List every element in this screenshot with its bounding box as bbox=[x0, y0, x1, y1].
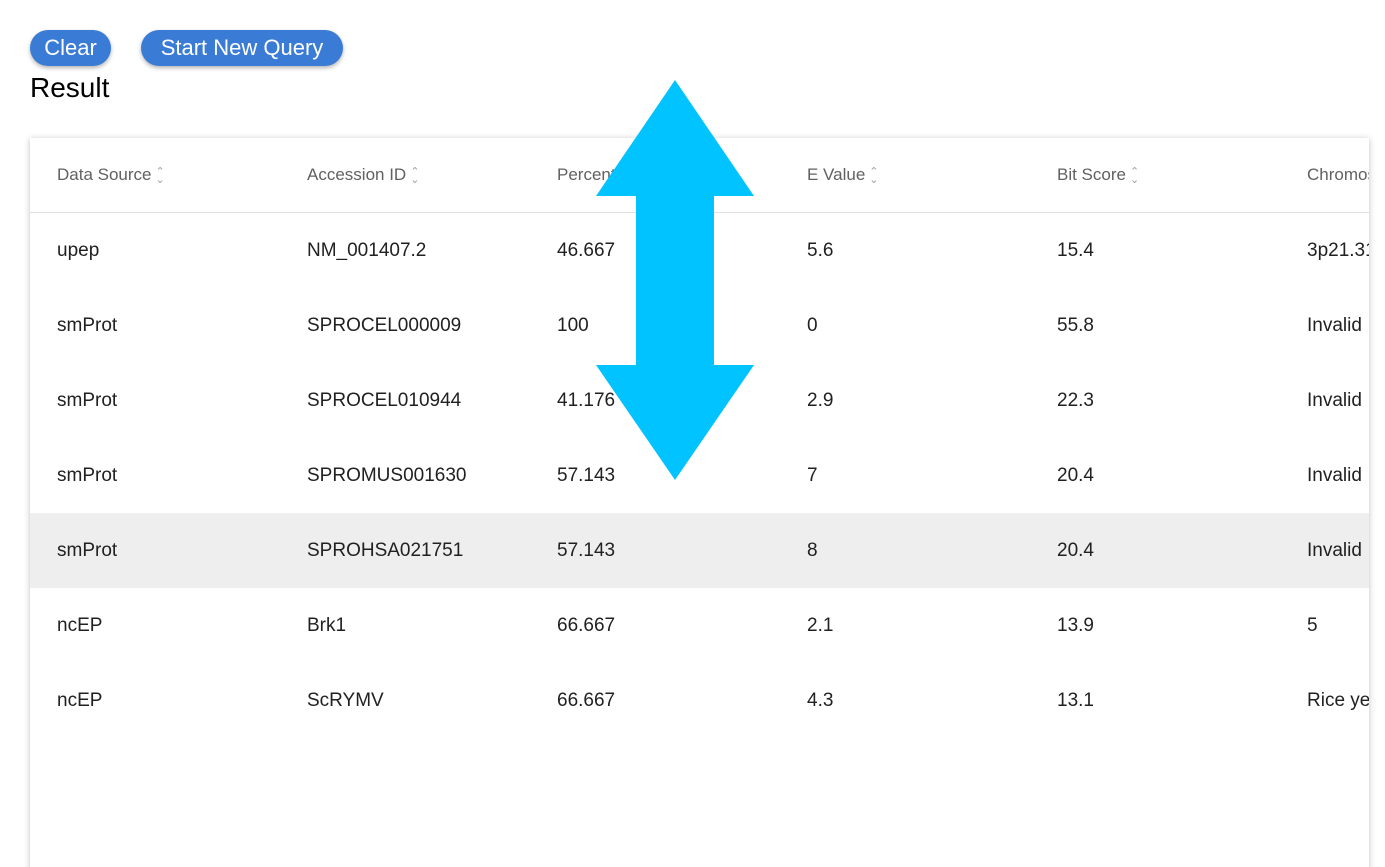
cell-e-value: 2.9 bbox=[807, 389, 834, 411]
cell-chromosome-location: Invalid bbox=[1307, 389, 1362, 411]
cell-data-source: smProt bbox=[57, 464, 118, 486]
cell-data-source: smProt bbox=[30, 513, 280, 588]
cell-percentage-identity: 57.143 bbox=[557, 464, 616, 486]
cell-accession-id: SPROCEL000009 bbox=[307, 314, 462, 336]
cell-percentage-identity: 57.143 bbox=[530, 513, 780, 588]
cell-chromosome-location: Invalid bbox=[1307, 314, 1362, 336]
table-row[interactable]: ncEP ScRYMV 66.667 4.3 13.1 Rice yellow … bbox=[30, 663, 1369, 738]
table-row[interactable]: smProt SPROCEL000009 100 0 55.8 Invalid bbox=[30, 288, 1369, 363]
table-row[interactable]: upep NM_001407.2 46.667 5.6 15.4 3p21.31 bbox=[30, 213, 1369, 289]
cell-accession-id: SPROCEL010944 bbox=[307, 389, 462, 411]
sort-icon[interactable]: ⌃ ⌄ bbox=[869, 166, 878, 185]
column-header-e-value[interactable]: E Value ⌃ ⌄ bbox=[780, 138, 1030, 213]
column-header-chromosome-location[interactable]: Chromosome Location⌃⌄ bbox=[1280, 138, 1369, 213]
cell-bit-score: 13.9 bbox=[1057, 614, 1094, 636]
cell-data-source: ncEP bbox=[57, 689, 103, 711]
sort-icon[interactable]: ⌃ ⌄ bbox=[667, 166, 676, 185]
cell-bit-score: 20.4 bbox=[1057, 464, 1094, 486]
cell-accession-id: NM_001407.2 bbox=[307, 239, 427, 261]
cell-accession-id: Brk1 bbox=[307, 614, 347, 636]
cell-bit-score: 55.8 bbox=[1057, 314, 1094, 336]
cell-percentage-identity: 100 bbox=[557, 314, 589, 336]
sort-icon[interactable]: ⌃ ⌄ bbox=[1130, 166, 1139, 185]
table-row[interactable]: smProt SPROMUS001630 57.143 7 20.4 Inval… bbox=[30, 438, 1369, 513]
start-new-query-button[interactable]: Start New Query bbox=[141, 30, 343, 66]
cell-bit-score: 15.4 bbox=[1057, 239, 1094, 261]
cell-accession-id: ScRYMV bbox=[307, 689, 384, 711]
cell-data-source: upep bbox=[57, 239, 100, 261]
clear-button[interactable]: Clear bbox=[30, 30, 111, 66]
cell-e-value: 8 bbox=[780, 513, 1030, 588]
cell-chromosome-location: 3p21.31 bbox=[1307, 239, 1369, 261]
column-header-bit-score[interactable]: Bit Score ⌃ ⌄ bbox=[1030, 138, 1280, 213]
toolbar: Clear Start New Query bbox=[30, 30, 343, 66]
column-header-label: Chromosome Location bbox=[1307, 165, 1369, 184]
cell-percentage-identity: 66.667 bbox=[557, 689, 616, 711]
column-header-label: Data Source bbox=[57, 165, 152, 184]
results-table-card: Data Source ⌃ ⌄ Accession ID ⌃ ⌄ Percentage … bbox=[30, 138, 1369, 867]
cell-chromosome-location: Invalid bbox=[1307, 464, 1362, 486]
cell-e-value: 7 bbox=[807, 464, 818, 486]
column-header-label: E Value bbox=[807, 165, 866, 184]
result-title: Result bbox=[30, 72, 110, 103]
cell-bit-score: 22.3 bbox=[1057, 389, 1094, 411]
cell-percentage-identity: 66.667 bbox=[557, 614, 616, 636]
column-header-label: Accession ID bbox=[307, 165, 407, 184]
cell-data-source: smProt bbox=[57, 389, 118, 411]
sort-icon[interactable]: ⌃ ⌄ bbox=[156, 166, 165, 185]
cell-bit-score: 13.1 bbox=[1057, 689, 1094, 711]
cell-chromosome-location: Invalid bbox=[1280, 513, 1369, 588]
sort-icon[interactable]: ⌃ ⌄ bbox=[410, 166, 419, 185]
column-header-label: Percentage Id bbox=[557, 165, 663, 184]
cell-percentage-identity: 46.667 bbox=[557, 239, 616, 261]
cell-e-value: 5.6 bbox=[807, 239, 834, 261]
cell-chromosome-location: 5 bbox=[1307, 614, 1318, 636]
cell-chromosome-location: Rice yellow mottle v bbox=[1307, 689, 1369, 711]
cell-bit-score: 20.4 bbox=[1030, 513, 1280, 588]
column-header-data-source[interactable]: Data Source ⌃ ⌄ bbox=[30, 138, 280, 213]
cell-data-source: smProt bbox=[57, 314, 118, 336]
cell-accession-id: SPROMUS001630 bbox=[307, 464, 467, 486]
table-header-row: Data Source ⌃ ⌄ Accession ID ⌃ ⌄ Percentage … bbox=[30, 138, 1369, 213]
column-header-percentage-identity[interactable]: Percentage Id ⌃ ⌄ bbox=[530, 138, 780, 213]
cell-percentage-identity: 41.176 bbox=[557, 389, 616, 411]
table-row[interactable]: ncEP Brk1 66.667 2.1 13.9 5 bbox=[30, 588, 1369, 663]
cell-data-source: ncEP bbox=[57, 614, 103, 636]
cell-e-value: 4.3 bbox=[807, 689, 834, 711]
table-row[interactable]: smProt SPROCEL010944 41.176 2.9 22.3 Inv… bbox=[30, 363, 1369, 438]
column-header-label: Bit Score bbox=[1057, 165, 1126, 184]
cell-accession-id: SPROHSA021751 bbox=[280, 513, 530, 588]
cell-e-value: 0 bbox=[807, 314, 818, 336]
column-header-accession-id[interactable]: Accession ID ⌃ ⌄ bbox=[280, 138, 530, 213]
cell-e-value: 2.1 bbox=[807, 614, 834, 636]
results-table: Data Source ⌃ ⌄ Accession ID ⌃ ⌄ Percentage … bbox=[30, 138, 1369, 738]
table-row-highlighted[interactable]: smProt SPROHSA021751 57.143 8 20.4 Inval… bbox=[30, 513, 1369, 588]
